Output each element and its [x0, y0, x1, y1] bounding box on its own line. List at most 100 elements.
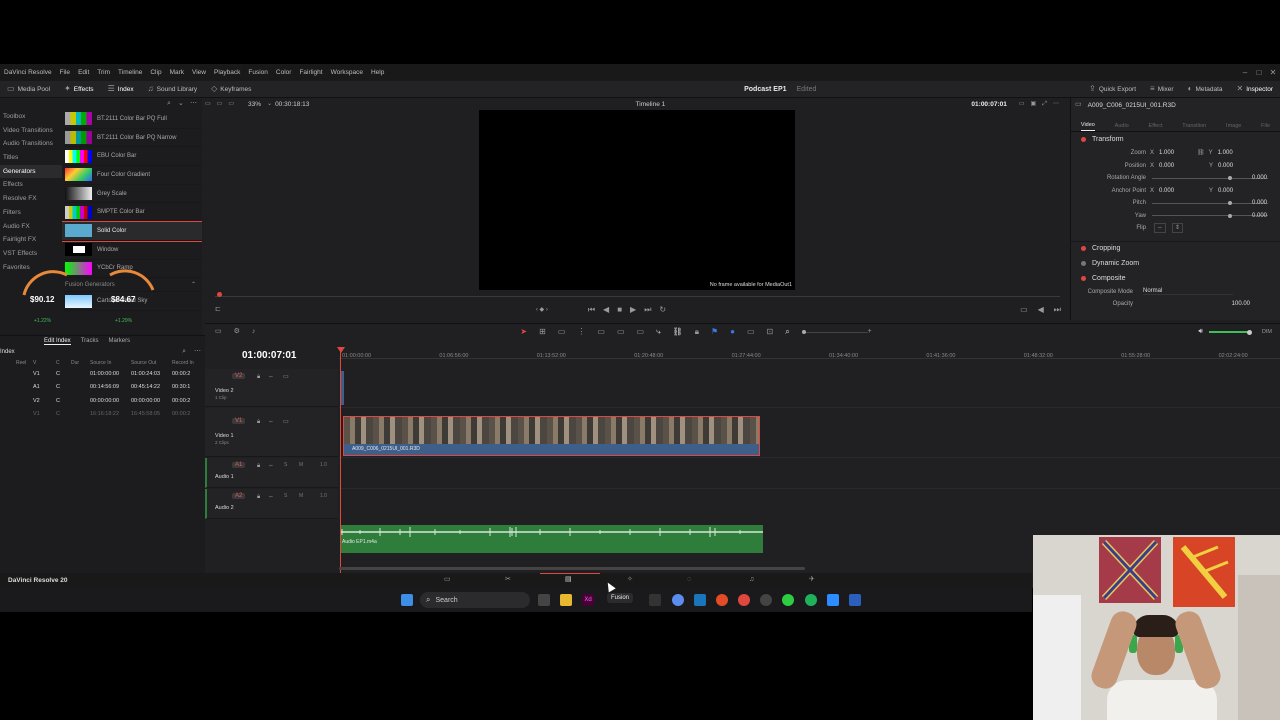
- menu-view[interactable]: View: [188, 69, 210, 76]
- app-icon[interactable]: [694, 594, 706, 606]
- column-header[interactable]: Source Out: [131, 360, 169, 366]
- viewer-mode-icon[interactable]: ▣: [1031, 100, 1037, 108]
- column-header[interactable]: V: [33, 360, 53, 366]
- fullscreen-icon[interactable]: ⤢: [1042, 100, 1047, 108]
- chevron-up-icon[interactable]: ⌃: [191, 281, 196, 289]
- edit-page-icon[interactable]: ▤: [565, 576, 572, 584]
- opacity-field[interactable]: 100.00: [1232, 301, 1250, 307]
- viewer-scrub-bar[interactable]: [215, 296, 1060, 297]
- layout-icon[interactable]: ▭: [205, 100, 211, 108]
- layout-icon[interactable]: ▭: [217, 100, 223, 108]
- effects-button[interactable]: ✦ Effects: [57, 81, 100, 98]
- v2-clip[interactable]: [341, 371, 344, 405]
- flag-icon[interactable]: ⚑: [711, 328, 718, 336]
- menu-mark[interactable]: Mark: [166, 69, 188, 76]
- chevron-down-icon[interactable]: ⌄: [178, 100, 184, 108]
- menu-edit[interactable]: Edit: [74, 69, 93, 76]
- table-row[interactable]: V1 C 16:16:18:22 16:45:58:05 00:00:2: [0, 408, 205, 422]
- enable-video-icon[interactable]: ▭: [283, 418, 289, 426]
- previous-icon[interactable]: ◀: [1038, 306, 1044, 314]
- generator-item-solid-color[interactable]: Solid Color: [62, 221, 202, 242]
- column-header[interactable]: Source In: [90, 360, 128, 366]
- quick-export-button[interactable]: ⇪ Quick Export: [1082, 81, 1143, 98]
- yaw-slider[interactable]: [1152, 213, 1268, 218]
- mute-button[interactable]: M: [299, 493, 303, 499]
- volume-icon[interactable]: 🔊︎: [1198, 328, 1202, 336]
- zoom-full-icon[interactable]: ▭: [747, 328, 755, 336]
- index-button[interactable]: ☰ Index: [101, 81, 141, 98]
- slider-thumb[interactable]: [1228, 176, 1232, 181]
- terminal-icon[interactable]: [649, 594, 661, 606]
- pitch-field[interactable]: 0.000: [1252, 200, 1267, 206]
- file-explorer-icon[interactable]: [560, 594, 572, 606]
- menu-timeline[interactable]: Timeline: [114, 69, 146, 76]
- video-clip[interactable]: A009_C006_0215UI_001.R3D: [343, 416, 760, 456]
- viewer-mode-icon[interactable]: ▭: [1020, 306, 1028, 314]
- davinci-resolve-icon[interactable]: [760, 594, 772, 606]
- search-icon[interactable]: ⌕: [167, 100, 171, 108]
- plus-icon[interactable]: +: [868, 328, 872, 336]
- timeline-playhead[interactable]: [340, 347, 341, 573]
- layout-icon[interactable]: ▭: [215, 328, 222, 336]
- generator-item[interactable]: Four Color Gradient: [62, 166, 202, 185]
- maximize-icon[interactable]: □: [1252, 68, 1266, 77]
- section-enabled-dot[interactable]: [1081, 246, 1086, 251]
- master-volume-slider[interactable]: [1208, 331, 1249, 333]
- loop-icon[interactable]: ↻: [659, 306, 666, 314]
- anchor-y-field[interactable]: 0.000: [1218, 188, 1233, 194]
- tab-image[interactable]: Image: [1226, 123, 1241, 131]
- slider-thumb[interactable]: [1228, 201, 1232, 206]
- lock-icon[interactable]: 🔒︎: [257, 373, 260, 381]
- close-icon[interactable]: ✕: [1266, 68, 1280, 77]
- lock-icon[interactable]: 🔒︎: [257, 418, 260, 426]
- next-icon[interactable]: ⏭: [1054, 306, 1061, 314]
- match-frame-icon[interactable]: ⊏: [215, 306, 221, 314]
- category-toolbox[interactable]: Toolbox: [0, 110, 62, 124]
- audio-clip[interactable]: Audio EP1.m4a: [340, 525, 763, 553]
- program-viewer[interactable]: No frame available for MediaOut1: [479, 110, 795, 290]
- yaw-field[interactable]: 0.000: [1252, 213, 1267, 219]
- menu-clip[interactable]: Clip: [146, 69, 165, 76]
- snapping-icon[interactable]: ⤷: [656, 328, 660, 336]
- menu-fairlight[interactable]: Fairlight: [295, 69, 326, 76]
- selection-tool-icon[interactable]: ➤: [520, 328, 527, 336]
- insert-clip-icon[interactable]: ▭: [597, 328, 605, 336]
- slider-thumb[interactable]: [1228, 213, 1232, 218]
- category-vst-effects[interactable]: VST Effects: [0, 247, 62, 261]
- chrome-icon[interactable]: [716, 594, 728, 606]
- inspector-button[interactable]: ✕ Inspector: [1230, 81, 1280, 98]
- pitch-slider[interactable]: [1152, 201, 1268, 206]
- section-enabled-dot[interactable]: [1081, 137, 1086, 142]
- timeline-zoom-slider[interactable]: +: [801, 328, 872, 336]
- category-video-transitions[interactable]: Video Transitions: [0, 124, 62, 138]
- stop-icon[interactable]: ■: [617, 306, 622, 314]
- step-back-icon[interactable]: ◀: [603, 306, 609, 314]
- dynamic-trim-icon[interactable]: ▭: [558, 328, 566, 336]
- overwrite-clip-icon[interactable]: ▭: [617, 328, 625, 336]
- menu-fusion[interactable]: Fusion: [244, 69, 272, 76]
- app-icon[interactable]: [782, 594, 794, 606]
- generator-item[interactable]: EBU Color Bar: [62, 147, 202, 167]
- trim-tool-icon[interactable]: ⊞: [539, 328, 546, 336]
- solo-button[interactable]: S: [284, 493, 287, 499]
- menu-file[interactable]: File: [56, 69, 74, 76]
- tab-file[interactable]: File: [1261, 123, 1270, 131]
- category-filters[interactable]: Filters: [0, 206, 62, 220]
- jog-icon[interactable]: ‹ ◆ ›: [536, 306, 548, 314]
- transform-section-header[interactable]: Transform: [1071, 132, 1280, 147]
- app-icon[interactable]: [738, 594, 750, 606]
- tab-edit-index[interactable]: Edit Index: [44, 338, 71, 345]
- lock-icon[interactable]: 🔒︎: [257, 462, 260, 470]
- slider-thumb[interactable]: [1246, 329, 1252, 335]
- layout-icon[interactable]: ▭: [228, 100, 234, 108]
- rotation-field[interactable]: 0.000: [1252, 175, 1267, 181]
- table-row[interactable]: V1 C 01:00:00:00 01:00:24:03 00:00:2: [0, 367, 205, 381]
- fairlight-page-icon[interactable]: ♫: [749, 576, 754, 584]
- go-to-start-icon[interactable]: ⏮: [588, 306, 595, 314]
- timeline-view-icon[interactable]: ⚙: [234, 328, 240, 336]
- mixer-button[interactable]: ≡ Mixer: [1143, 81, 1181, 98]
- viewer-playhead[interactable]: [217, 292, 222, 297]
- lock-icon[interactable]: 🔒︎: [257, 493, 260, 501]
- media-page-icon[interactable]: ▭: [444, 576, 451, 584]
- fusion-page-icon[interactable]: ✧: [627, 576, 633, 584]
